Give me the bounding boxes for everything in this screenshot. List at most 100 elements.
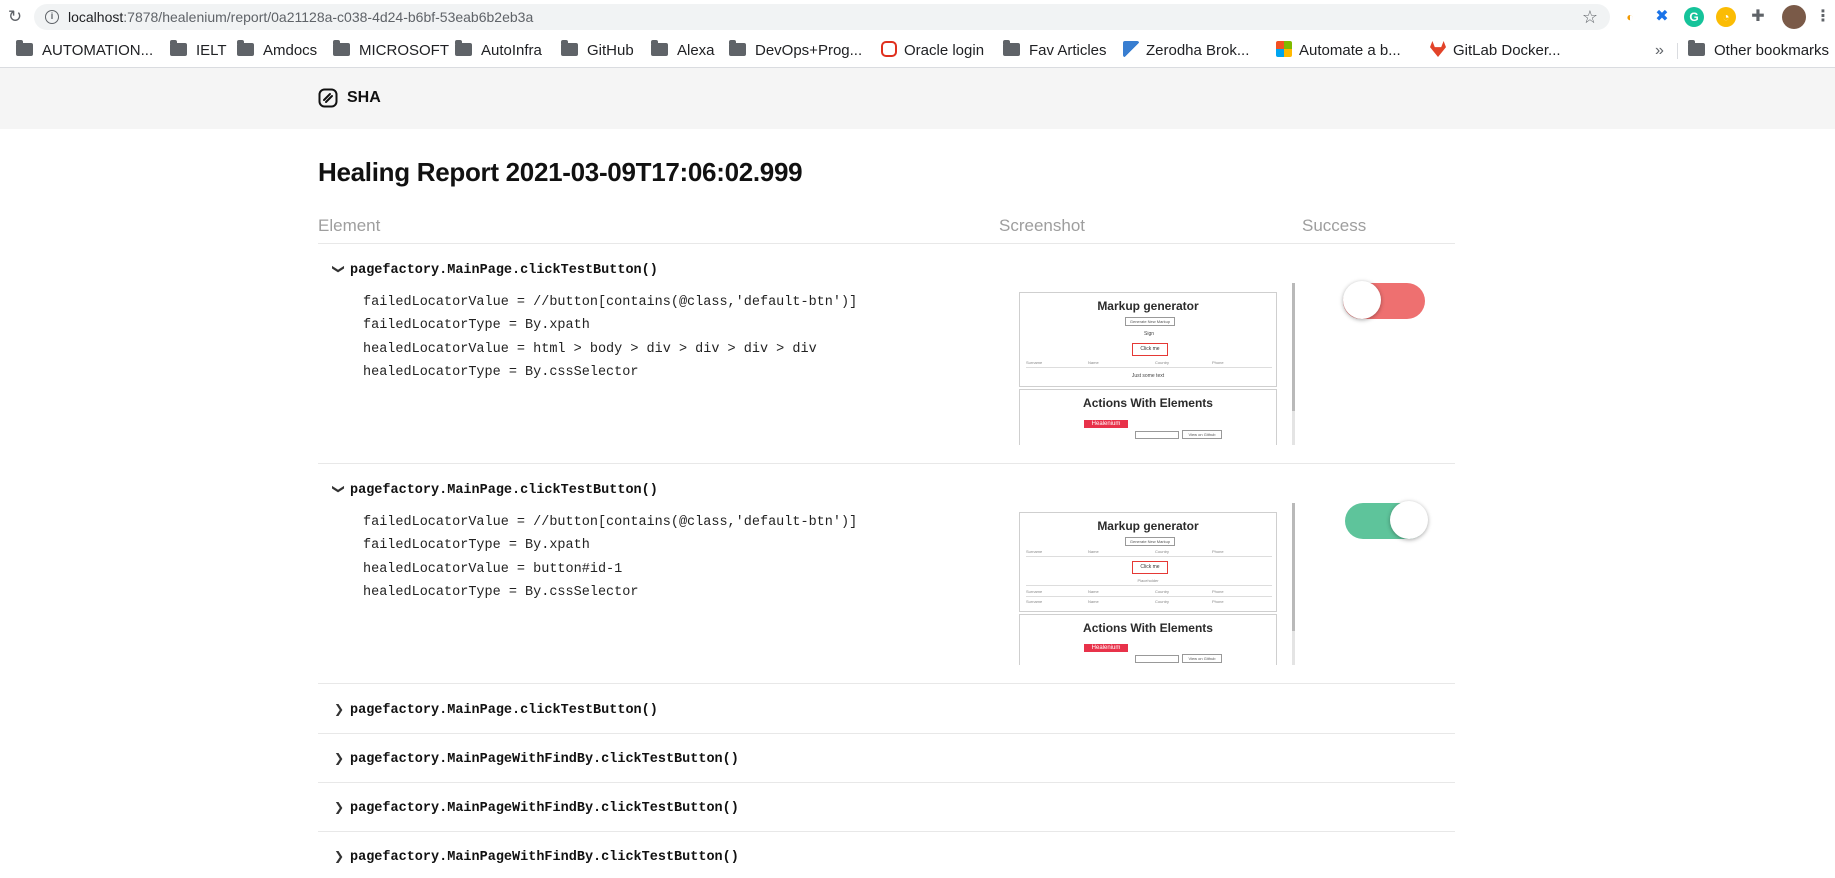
bookmark-microsoft[interactable]: MICROSOFT — [333, 34, 449, 68]
browser-menu-icon[interactable]: ⋮ — [1815, 6, 1831, 28]
row-method-name: pagefactory.MainPageWithFindBy.clickTest… — [350, 850, 739, 865]
mini-divider — [1026, 596, 1272, 597]
site-info-icon[interactable]: i — [45, 10, 59, 24]
toggle-knob — [1343, 281, 1381, 319]
success-toggle-off[interactable] — [1343, 281, 1425, 319]
screenshot-scrollbar[interactable] — [1292, 503, 1295, 665]
report-row-toggle[interactable]: ❯ pagefactory.MainPage.clickTestButton() — [332, 699, 658, 721]
bookmark-zerodha[interactable]: Zerodha Brok... — [1123, 34, 1249, 68]
bookmark-label: Amdocs — [263, 42, 318, 59]
scrollbar-thumb[interactable] — [1292, 503, 1295, 631]
header-divider — [318, 243, 1455, 244]
toggle-knob — [1390, 501, 1428, 539]
extension-clock-icon[interactable]: ◐ — [1620, 7, 1640, 27]
screenshot-page-actions: Actions With Elements Healenium View on … — [1019, 389, 1277, 445]
url-text[interactable]: localhost:7878/healenium/report/0a21128a… — [68, 4, 533, 30]
bookmark-fav-articles[interactable]: Fav Articles — [1003, 34, 1107, 68]
bookmark-automation[interactable]: AUTOMATION... — [16, 34, 153, 68]
mini-generate-button: Generate New Markup — [1125, 537, 1175, 546]
bookmark-github[interactable]: GitHub — [561, 34, 634, 68]
mini-col-country: Country — [1155, 589, 1170, 594]
detail-line: failedLocatorValue = //button[contains(@… — [363, 515, 858, 530]
mini-actions-title: Actions With Elements — [1083, 621, 1213, 635]
folder-icon — [170, 40, 187, 56]
mini-healenium-logo: Healenium — [1084, 644, 1128, 652]
bookmark-alexa[interactable]: Alexa — [651, 34, 715, 68]
browser-toolbar: ↻ i localhost:7878/healenium/report/0a21… — [0, 0, 1835, 34]
folder-icon — [237, 40, 254, 56]
extension-tools-icon[interactable]: ✖ — [1652, 7, 1672, 27]
mini-placeholder: Placeholder — [1137, 578, 1159, 583]
row-method-name: pagefactory.MainPage.clickTestButton() — [350, 703, 658, 718]
mini-generate-button: Generate New Markup — [1125, 317, 1175, 326]
app-logo-text[interactable]: SHA — [347, 87, 381, 109]
folder-icon — [16, 40, 33, 56]
column-header-screenshot: Screenshot — [999, 216, 1085, 235]
success-toggle-on[interactable] — [1345, 501, 1428, 539]
bookmark-label: Fav Articles — [1029, 42, 1107, 59]
column-header-element: Element — [318, 216, 381, 235]
screenshot-scrollbar[interactable] — [1292, 283, 1295, 445]
folder-icon — [561, 40, 578, 56]
bookmark-amdocs[interactable]: Amdocs — [237, 34, 317, 68]
chevron-right-icon: ❯ — [333, 800, 345, 814]
grammarly-icon[interactable]: G — [1684, 7, 1704, 27]
bookmark-label: Zerodha Brok... — [1146, 42, 1250, 59]
mini-col-surname: Surname — [1026, 589, 1043, 594]
chevron-right-icon: ❯ — [333, 751, 345, 765]
mini-sign-text: Sign — [1144, 331, 1155, 337]
reload-icon[interactable]: ↻ — [5, 7, 25, 27]
bookmark-ielt[interactable]: IELT — [170, 34, 227, 68]
bookmarks-divider — [1677, 43, 1678, 59]
screenshot-viewer[interactable]: Markup generator Generate New Markup Sig… — [1017, 283, 1295, 445]
mini-col-country: Country — [1155, 549, 1170, 554]
more-bookmarks-button[interactable]: » — [1655, 34, 1664, 68]
bookmark-devops[interactable]: DevOps+Prog... — [729, 34, 862, 68]
bookmark-star-icon[interactable]: ☆ — [1582, 7, 1598, 27]
mini-col-phone: Phone — [1212, 360, 1224, 365]
profile-avatar[interactable] — [1782, 5, 1806, 29]
screenshot-viewer[interactable]: Markup generator Generate New Markup Sur… — [1017, 503, 1295, 665]
report-row-toggle[interactable]: ❯ pagefactory.MainPageWithFindBy.clickTes… — [332, 846, 739, 868]
extensions-puzzle-icon[interactable]: ✚ — [1748, 7, 1768, 27]
scrollbar-thumb[interactable] — [1292, 283, 1295, 411]
row-divider — [318, 733, 1455, 734]
report-row-toggle[interactable]: ❯ pagefactory.MainPage.clickTestButton() — [332, 479, 658, 501]
chevron-down-icon: ❯ — [332, 483, 346, 495]
mini-col-country: Country — [1155, 599, 1170, 604]
zerodha-icon — [1123, 41, 1139, 57]
mini-col-phone: Phone — [1212, 599, 1224, 604]
mini-col-surname: Surname — [1026, 360, 1043, 365]
address-bar[interactable]: i localhost:7878/healenium/report/0a2112… — [34, 4, 1610, 30]
mini-view-button: View on Github — [1182, 654, 1222, 663]
detail-line: failedLocatorType = By.xpath — [363, 538, 590, 554]
bookmark-label: Oracle login — [904, 42, 985, 59]
bookmark-oracle[interactable]: Oracle login — [881, 34, 984, 68]
mini-col-name: Name — [1088, 360, 1099, 365]
mini-healenium-logo: Healenium — [1084, 420, 1128, 428]
extension-speed-icon[interactable]: ◔ — [1716, 7, 1736, 27]
mini-click-me-button: Click me — [1132, 561, 1168, 574]
report-row-toggle[interactable]: ❯ pagefactory.MainPageWithFindBy.clickTes… — [332, 748, 739, 770]
bookmark-automate[interactable]: Automate a b... — [1276, 34, 1401, 68]
bookmark-label: Alexa — [677, 42, 715, 59]
mini-col-surname: Surname — [1026, 549, 1043, 554]
detail-line: healedLocatorValue = html > body > div >… — [363, 341, 817, 357]
healenium-logo-icon — [318, 88, 338, 108]
mini-col-phone: Phone — [1212, 549, 1224, 554]
bookmark-autoinfra[interactable]: AutoInfra — [455, 34, 542, 68]
oracle-icon — [881, 41, 897, 57]
bookmark-label: IELT — [196, 42, 227, 59]
detail-line: healedLocatorValue = button#id-1 — [363, 561, 623, 577]
mini-col-country: Country — [1155, 360, 1170, 365]
row-method-name: pagefactory.MainPage.clickTestButton() — [350, 483, 658, 498]
bookmark-gitlab[interactable]: GitLab Docker... — [1430, 34, 1561, 68]
report-row-toggle[interactable]: ❯ pagefactory.MainPage.clickTestButton() — [332, 259, 658, 281]
bookmark-other[interactable]: Other bookmarks — [1688, 34, 1829, 68]
mini-input — [1135, 655, 1179, 663]
report-row-toggle[interactable]: ❯ pagefactory.MainPageWithFindBy.clickTes… — [332, 797, 739, 819]
mini-divider — [1026, 367, 1272, 368]
mini-title: Markup generator — [1097, 299, 1199, 313]
folder-icon — [455, 40, 472, 56]
page-title: Healing Report 2021-03-09T17:06:02.999 — [318, 157, 803, 187]
